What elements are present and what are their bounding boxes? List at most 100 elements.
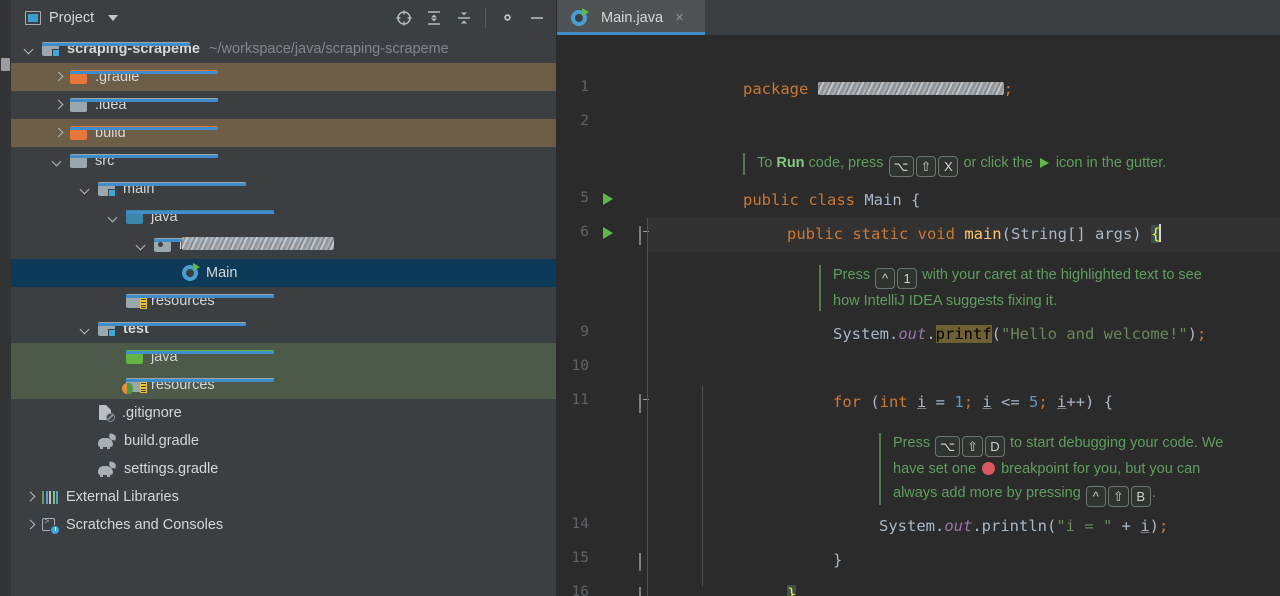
panel-title: Project	[49, 9, 95, 26]
tree-item-[interactable]: i	[11, 231, 556, 259]
line-number: 5	[580, 190, 589, 206]
key-x: X	[938, 156, 959, 177]
editor-gutter[interactable]: 1 2 5 6 9 10 11 14 15 16 17	[557, 35, 647, 596]
folder-orange-icon	[70, 70, 218, 84]
left-tool-window-bar[interactable]: Project	[0, 0, 11, 596]
code-line-1: package ;	[743, 80, 1014, 98]
chevron-down-icon[interactable]	[53, 156, 64, 167]
debug-hint: Press ⌥ ⇧ D to start debugging your code. …	[879, 431, 1280, 507]
folder-gray-icon	[70, 154, 218, 168]
tree-item-java[interactable]: java	[11, 343, 556, 371]
chevron-right-icon[interactable]	[25, 492, 36, 503]
run-gutter-icon[interactable]	[603, 193, 613, 205]
tree-item-gradle[interactable]: .gradle	[11, 63, 556, 91]
fold-guide-line	[702, 386, 703, 586]
chevron-right-icon[interactable]	[53, 72, 64, 83]
tree-item-idea[interactable]: .idea	[11, 91, 556, 119]
key-d: D	[984, 436, 1005, 457]
chevron-down-icon[interactable]	[109, 212, 120, 223]
tree-item-label: .gitignore	[122, 405, 182, 421]
hint-bar	[879, 433, 881, 505]
chevron-right-icon[interactable]	[53, 100, 64, 111]
key-b: B	[1130, 486, 1151, 507]
chevron-right-icon[interactable]	[25, 520, 36, 531]
tree-item-src[interactable]: src	[11, 147, 556, 175]
tree-item-scraping-scrapeme[interactable]: scraping-scrapeme ~/workspace/java/scrapi…	[11, 35, 556, 63]
redacted-package-name	[817, 82, 1004, 95]
chevron-down-icon[interactable]	[25, 44, 36, 55]
gradle-file-icon	[98, 461, 117, 477]
editor-tab-bar: Main.java ×	[557, 0, 1280, 35]
inspection-highlight: printf	[935, 325, 992, 343]
project-panel-header: Project	[11, 0, 556, 35]
project-tool-window: Project scraping-scrapeme ~/workspace/ja…	[11, 0, 557, 596]
hint-bar	[819, 265, 821, 311]
folder-blue-icon	[126, 210, 274, 224]
tree-item-settings-gradle[interactable]: settings.gradle	[11, 455, 556, 483]
chevron-down-icon[interactable]	[81, 324, 92, 335]
gitignore-file-icon	[98, 405, 115, 422]
key-shift: ⇧	[962, 436, 983, 457]
folder-test-root-icon	[98, 322, 246, 337]
tree-item-label: build.gradle	[124, 433, 199, 449]
folder-gray-icon	[70, 98, 218, 112]
line-number: 16	[571, 584, 589, 596]
tree-item-build-gradle[interactable]: build.gradle	[11, 427, 556, 455]
breakpoint-icon	[982, 462, 996, 475]
chevron-down-icon[interactable]	[137, 240, 148, 251]
tree-item-java[interactable]: java	[11, 203, 556, 231]
tree-item-label: External Libraries	[66, 489, 179, 505]
key-shift: ⇧	[915, 156, 937, 177]
run-icon	[1039, 158, 1049, 168]
tool-window-chip[interactable]	[1, 58, 10, 71]
expand-all-icon[interactable]	[421, 5, 447, 31]
redacted-package-name: i	[179, 237, 335, 253]
code-line-9: System.out.printf("Hello and welcome!");	[833, 325, 1207, 343]
run-gutter-icon[interactable]	[603, 227, 613, 239]
code-text-column[interactable]: package ; To Run code, press ⌥ ⇧ X or clic…	[647, 35, 1280, 596]
scratches-icon	[42, 516, 60, 535]
chevron-right-icon[interactable]	[53, 128, 64, 139]
chevron-down-icon[interactable]	[81, 184, 92, 195]
ide-window: Project Project	[0, 0, 1280, 596]
minimize-icon[interactable]	[524, 5, 550, 31]
line-number: 6	[580, 224, 589, 240]
tree-item-external-libraries[interactable]: External Libraries	[11, 483, 556, 511]
tree-item-label: Main	[206, 265, 238, 281]
code-editor[interactable]: 1 2 5 6 9 10 11 14 15 16 17	[557, 35, 1280, 596]
code-line-14: System.out.println("i = " + i);	[879, 517, 1169, 535]
tree-item-gitignore[interactable]: .gitignore	[11, 399, 556, 427]
locate-target-icon[interactable]	[391, 5, 417, 31]
tree-item-main[interactable]: Main	[11, 259, 556, 287]
code-line-16: }	[787, 584, 797, 596]
fold-guide-line	[647, 218, 648, 596]
folder-test-resources-icon	[122, 378, 274, 394]
close-icon[interactable]: ×	[675, 9, 684, 26]
tab-main-java[interactable]: Main.java ×	[557, 0, 705, 35]
tree-item-label: Scratches and Consoles	[66, 517, 224, 533]
key-1: 1	[897, 268, 918, 289]
project-view-selector[interactable]: Project	[25, 9, 119, 26]
tree-item-test[interactable]: test	[11, 315, 556, 343]
key-shift: ⇧	[1107, 486, 1129, 507]
collapse-all-icon[interactable]	[451, 5, 477, 31]
folder-green-icon	[126, 350, 274, 364]
line-number: 1	[580, 79, 589, 95]
tree-item-scratches-and-consoles[interactable]: Scratches and Consoles	[11, 511, 556, 539]
gear-icon[interactable]	[494, 5, 520, 31]
editor-area: Main.java × 1 2 5 6 9 10 11 14 15 16 17	[557, 0, 1280, 596]
code-line-5: public class Main {	[743, 191, 921, 209]
tree-item-main[interactable]: main	[11, 175, 556, 203]
chevron-down-icon[interactable]	[108, 14, 119, 21]
external-libraries-icon	[42, 490, 58, 504]
tree-item-build[interactable]: build	[11, 119, 556, 147]
tree-item-resources[interactable]: resources	[11, 287, 556, 315]
java-class-runnable-icon	[571, 7, 589, 26]
tree-item-resources[interactable]: resources	[11, 371, 556, 399]
key-ctrl: ^	[875, 268, 896, 289]
matching-brace-highlight: }	[787, 585, 797, 596]
project-tree[interactable]: scraping-scrapeme ~/workspace/java/scrapi…	[11, 35, 556, 596]
